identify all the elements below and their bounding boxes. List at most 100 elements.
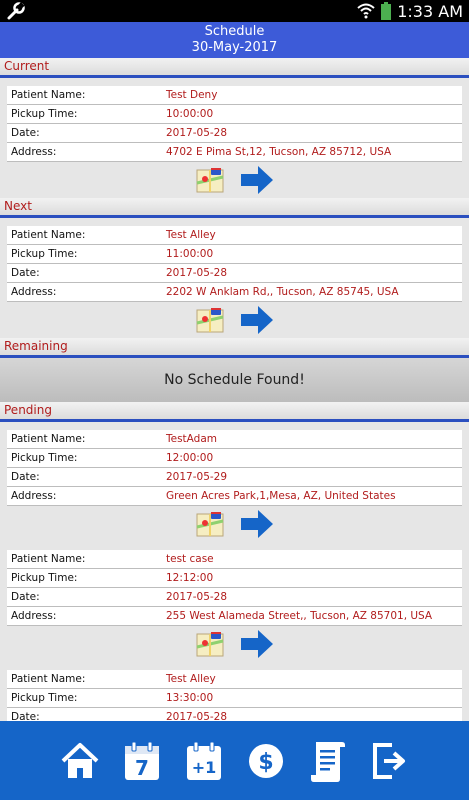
next-day-schedule-button[interactable]: +1 <box>184 739 224 783</box>
clock: 1:33 AM <box>397 1 463 21</box>
row-label: Patient Name: <box>11 433 86 445</box>
row-label: Pickup Time: <box>11 108 78 120</box>
table-row: Pickup Time: 13:30:00 <box>7 689 462 708</box>
row-value: TestAdam <box>166 433 218 445</box>
schedule-content[interactable]: Current Patient Name: Test Deny Pickup Ti… <box>0 58 469 721</box>
section-current-header: Current <box>0 58 469 78</box>
row-label: Pickup Time: <box>11 248 78 260</box>
page-title: Schedule <box>204 24 265 39</box>
row-value: 10:00:00 <box>166 108 214 120</box>
table-row: Pickup Time: 12:12:00 <box>7 569 462 588</box>
logout-button[interactable] <box>370 739 410 783</box>
currency-label: $ <box>258 750 273 775</box>
row-label: Patient Name: <box>11 673 86 685</box>
page-date: 30-May-2017 <box>191 40 278 55</box>
row-value: 12:12:00 <box>166 572 214 584</box>
section-next-header: Next <box>0 198 469 218</box>
row-value: 12:00:00 <box>166 452 214 464</box>
row-label: Address: <box>11 610 57 622</box>
map-icon[interactable] <box>196 167 224 193</box>
table-row: Address: 2202 W Anklam Rd,, Tucson, AZ 85… <box>7 283 462 302</box>
table-row: Pickup Time: 11:00:00 <box>7 245 462 264</box>
row-value: Test Alley <box>166 229 216 241</box>
card-actions <box>0 506 469 542</box>
table-row: Patient Name: Test Alley <box>7 226 462 245</box>
battery-icon <box>381 2 392 20</box>
section-remaining-header: Remaining <box>0 338 469 358</box>
navigate-arrow-icon[interactable] <box>240 305 274 335</box>
row-value: 2017-05-28 <box>166 127 228 139</box>
map-icon[interactable] <box>196 307 224 333</box>
row-label: Date: <box>11 267 40 279</box>
row-value: 2017-05-28 <box>166 267 228 279</box>
section-pending-header: Pending <box>0 402 469 422</box>
home-button[interactable] <box>60 739 100 783</box>
row-value: 13:30:00 <box>166 692 214 704</box>
row-value: 2017-05-28 <box>166 591 228 603</box>
row-label: Pickup Time: <box>11 452 78 464</box>
logout-icon <box>372 742 405 779</box>
calendar-day-label: 7 <box>135 756 149 780</box>
table-row: Date: 2017-05-28 <box>7 124 462 143</box>
row-value: Test Alley <box>166 673 216 685</box>
calendar-plus-one-icon: +1 <box>186 741 221 780</box>
card-actions <box>0 302 469 338</box>
card-actions <box>0 162 469 198</box>
schedule-card: Patient Name: test case Pickup Time: 12:12… <box>7 550 462 626</box>
row-label: Date: <box>11 711 40 721</box>
map-icon[interactable] <box>196 631 224 657</box>
row-label: Pickup Time: <box>11 692 78 704</box>
row-label: Pickup Time: <box>11 572 78 584</box>
table-row: Pickup Time: 12:00:00 <box>7 449 462 468</box>
schedule-card: Patient Name: Test Alley Pickup Time: 13:3… <box>7 670 462 721</box>
row-value: 255 West Alameda Street,, Tucson, AZ 857… <box>166 610 433 622</box>
table-row: Address: 255 West Alameda Street,, Tucson… <box>7 607 462 626</box>
table-row: Date: 2017-05-28 <box>7 588 462 607</box>
row-label: Date: <box>11 127 40 139</box>
schedule-card: Patient Name: Test Alley Pickup Time: 11:0… <box>7 226 462 302</box>
table-row: Patient Name: Test Alley <box>7 670 462 689</box>
row-label: Address: <box>11 286 57 298</box>
row-label: Address: <box>11 146 57 158</box>
row-label: Patient Name: <box>11 229 86 241</box>
row-value: 2017-05-28 <box>166 711 228 721</box>
empty-state-message: No Schedule Found! <box>0 358 469 402</box>
map-icon[interactable] <box>196 511 224 537</box>
row-value: 2202 W Anklam Rd,, Tucson, AZ 85745, USA <box>166 286 399 298</box>
row-value: 11:00:00 <box>166 248 214 260</box>
schedule-card: Patient Name: TestAdam Pickup Time: 12:00:… <box>7 430 462 506</box>
row-value: 2017-05-29 <box>166 471 228 483</box>
table-row: Patient Name: Test Deny <box>7 86 462 105</box>
wifi-icon <box>357 3 375 19</box>
row-value: 4702 E Pima St,12, Tucson, AZ 85712, USA <box>166 146 392 158</box>
table-row: Date: 2017-05-29 <box>7 468 462 487</box>
row-label: Patient Name: <box>11 553 86 565</box>
row-value: Test Deny <box>166 89 218 101</box>
payment-button[interactable]: $ <box>246 739 286 783</box>
row-label: Date: <box>11 471 40 483</box>
schedule-card: Patient Name: Test Deny Pickup Time: 10:00… <box>7 86 462 162</box>
table-row: Patient Name: TestAdam <box>7 430 462 449</box>
bottom-nav-bar: 7 +1 $ <box>0 721 469 800</box>
navigate-arrow-icon[interactable] <box>240 509 274 539</box>
row-value: Green Acres Park,1,Mesa, AZ, United Stat… <box>166 490 396 502</box>
wrench-icon <box>7 2 25 20</box>
row-label: Date: <box>11 591 40 603</box>
row-label: Patient Name: <box>11 89 86 101</box>
navigate-arrow-icon[interactable] <box>240 629 274 659</box>
today-schedule-button[interactable]: 7 <box>122 739 162 783</box>
calendar-plus-label: +1 <box>191 758 216 777</box>
table-row: Date: 2017-05-28 <box>7 264 462 283</box>
home-icon <box>61 742 98 778</box>
dollar-icon: $ <box>248 743 283 778</box>
table-row: Patient Name: test case <box>7 550 462 569</box>
report-button[interactable] <box>308 739 348 783</box>
calendar-icon: 7 <box>124 741 159 780</box>
navigate-arrow-icon[interactable] <box>240 165 274 195</box>
status-bar: 1:33 AM <box>0 0 469 22</box>
table-row: Address: 4702 E Pima St,12, Tucson, AZ 85… <box>7 143 462 162</box>
table-row: Pickup Time: 10:00:00 <box>7 105 462 124</box>
card-actions <box>0 626 469 662</box>
row-label: Address: <box>11 490 57 502</box>
table-row: Date: 2017-05-28 <box>7 708 462 721</box>
